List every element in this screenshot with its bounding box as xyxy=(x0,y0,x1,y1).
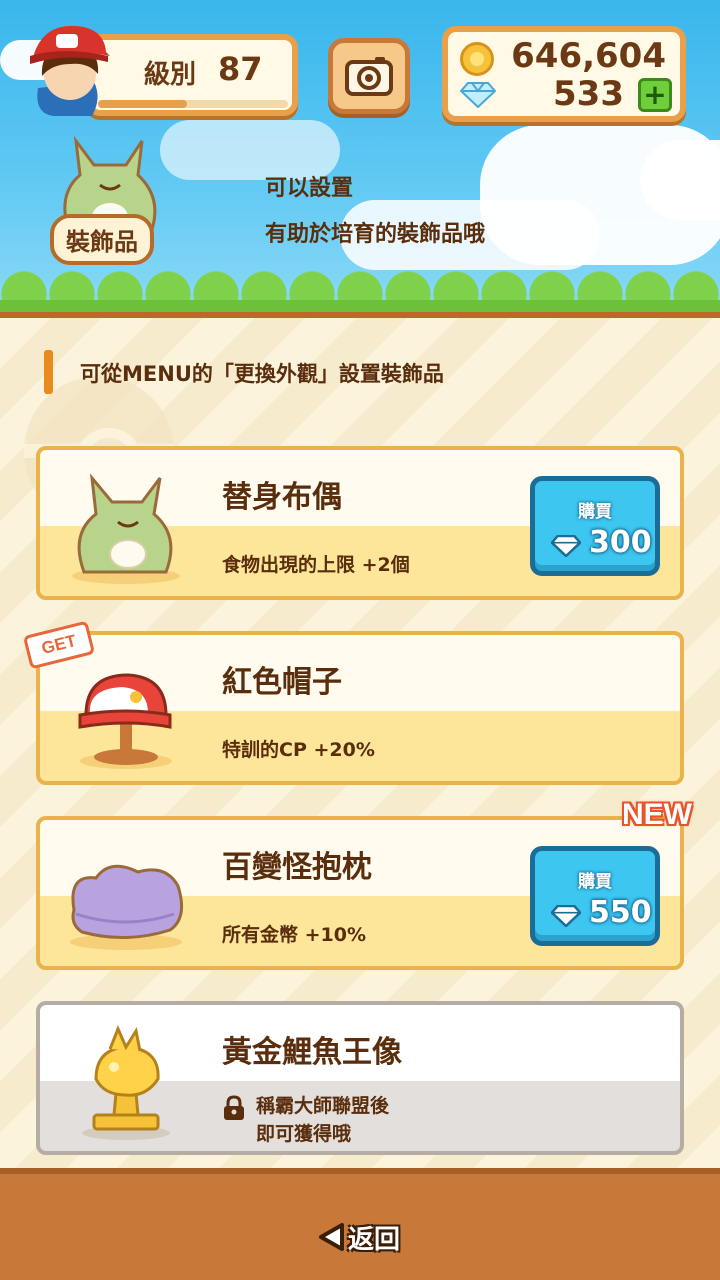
diamond-icon xyxy=(551,905,581,927)
buy-price: 300 xyxy=(589,525,652,560)
back-label: 返回 xyxy=(348,1224,401,1255)
item-title: 黃金鯉魚王像 xyxy=(222,1035,402,1070)
info-line-2: 有助於培育的裝飾品哦 xyxy=(265,222,486,247)
item-effect: 特訓的CP +20% xyxy=(222,739,375,761)
trainer-avatar-icon[interactable] xyxy=(24,18,116,118)
item-title: 百變怪抱枕 xyxy=(222,850,372,885)
back-arrow-icon xyxy=(319,1223,344,1251)
footer-bar: 返回 xyxy=(0,1168,720,1280)
currency-panel: 646,604 533 + xyxy=(442,26,686,122)
coin-count: 646,604 xyxy=(511,36,666,76)
diamond-count: 533 xyxy=(553,74,624,114)
diamond-icon xyxy=(551,535,581,557)
level-label: 級別 xyxy=(144,60,197,90)
unlock-condition-line-2: 即可獲得哦 xyxy=(256,1123,352,1145)
level-panel: 級別 87 xyxy=(86,34,298,116)
buy-price: 550 xyxy=(589,895,652,930)
level-value: 87 xyxy=(218,50,263,88)
gold-magikarp-statue-icon xyxy=(66,1023,186,1141)
info-line-1: 可以設置 xyxy=(265,176,354,201)
decoration-tag: 裝飾品 xyxy=(50,214,154,265)
item-card-red-cap[interactable]: 紅色帽子 特訓的CP +20% xyxy=(36,631,684,785)
cloud xyxy=(640,140,720,220)
buy-label: 購買 xyxy=(578,872,612,892)
buy-button[interactable]: 購買 550 xyxy=(530,846,660,946)
lock-icon xyxy=(224,1095,244,1120)
camera-button[interactable] xyxy=(328,38,410,114)
coin-icon xyxy=(460,42,494,76)
item-card-ditto-pillow[interactable]: 百變怪抱枕 所有金幣 +10% 購買 550 xyxy=(36,816,684,970)
unlock-condition-line-1: 稱霸大師聯盟後 xyxy=(256,1095,390,1117)
item-card-substitute-doll[interactable]: 替身布偶 食物出現的上限 +2個 購買 300 xyxy=(36,446,684,600)
camera-icon xyxy=(345,57,393,96)
item-effect: 食物出現的上限 +2個 xyxy=(222,554,410,576)
back-button[interactable]: 返回 xyxy=(318,1214,408,1260)
substitute-doll-icon xyxy=(66,468,186,586)
ditto-pillow-icon xyxy=(66,838,186,956)
buy-label: 購買 xyxy=(578,502,612,522)
add-diamonds-button[interactable]: + xyxy=(638,78,672,112)
item-effect: 所有金幣 +10% xyxy=(222,924,367,946)
item-title: 紅色帽子 xyxy=(222,665,342,700)
diamond-icon xyxy=(460,82,496,108)
level-progress-bar xyxy=(98,100,288,108)
new-badge: NEW xyxy=(622,798,692,831)
hint-accent-bar xyxy=(44,350,53,394)
buy-button[interactable]: 購買 300 xyxy=(530,476,660,576)
item-title: 替身布偶 xyxy=(222,480,342,515)
item-card-gold-magikarp[interactable]: 黃金鯉魚王像 稱霸大師聯盟後 即可獲得哦 xyxy=(36,1001,684,1155)
red-cap-icon xyxy=(66,653,186,771)
hint-text: 可從MENU的「更換外觀」設置裝飾品 xyxy=(80,362,444,386)
